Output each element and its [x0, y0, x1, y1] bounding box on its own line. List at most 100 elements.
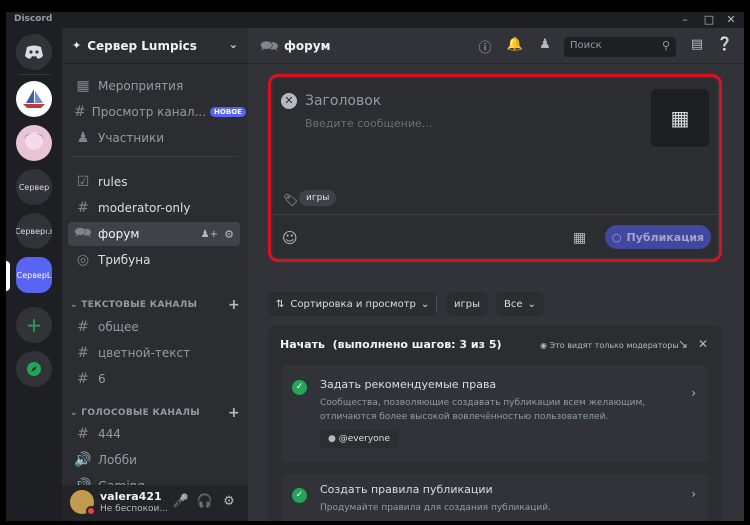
invite-icon[interactable]: ♟+: [201, 229, 218, 240]
category-voice-channels[interactable]: ⌄ ГОЛОСОВЫЕ КАНАЛЫ +: [70, 405, 240, 421]
minimize-icon[interactable]: –: [674, 12, 696, 28]
channel-colored-text[interactable]: # цветной-текст: [68, 341, 240, 365]
category-text-channels[interactable]: ⌄ ТЕКСТОВЫЕ КАНАЛЫ +: [70, 297, 240, 313]
user-settings-gear-icon[interactable]: ⚙: [220, 494, 238, 512]
category-label: ГОЛОСОВЫЕ КАНАЛЫ: [81, 408, 200, 418]
username: valera421: [100, 490, 162, 503]
mod-notice: ◉ Это видят только модераторы: [540, 341, 679, 350]
discord-logo-icon: [25, 45, 43, 59]
direct-messages-button[interactable]: [16, 34, 52, 70]
channel-moderator-only[interactable]: # moderator-only: [68, 196, 240, 220]
channel-label: rules: [98, 175, 128, 189]
all-tags-dropdown[interactable]: Все ⌄: [496, 292, 544, 316]
check-icon: ✓: [292, 488, 307, 503]
channel-sidebar: ✦ Сервер Lumpics ⌄ ▦ Мероприятия # Просмот…: [62, 28, 248, 521]
sidebar-item-label: Мероприятия: [98, 79, 184, 93]
sidebar-item-members[interactable]: ♟ Участники: [68, 126, 240, 150]
channel-label: 444: [98, 427, 121, 441]
channel-title: форум: [284, 39, 331, 53]
add-channel-icon[interactable]: +: [228, 297, 240, 313]
user-panel: valera421 Не беспокои... 🎤 🎧 ⚙: [62, 485, 248, 521]
step-recommended-permissions[interactable]: ✓ Задать рекомендуемые права Сообщества,…: [282, 365, 708, 463]
inbox-icon[interactable]: ▤: [688, 37, 706, 55]
ship-icon: [23, 89, 45, 108]
anime-avatar-icon: [24, 132, 44, 150]
tag-filter-chip[interactable]: игры: [446, 292, 488, 316]
plus-icon: +: [25, 313, 43, 337]
filter-divider: [436, 296, 437, 312]
eye-icon: ◉: [540, 341, 550, 350]
hash-icon: #: [77, 345, 89, 361]
forum-icon: 🗪: [74, 225, 92, 241]
forum-icon: 🗪: [260, 37, 279, 55]
compass-icon: [27, 362, 41, 376]
maximize-icon[interactable]: □: [698, 12, 720, 28]
getting-started-panel: Начать (выполнено шагов: 3 из 5) ◉ Это в…: [268, 325, 722, 521]
rules-icon: ☑: [76, 174, 90, 190]
sidebar-item-label: Участники: [98, 131, 165, 145]
sidebar-item-browse-channels[interactable]: # Просмотр канал... НОВОЕ: [68, 100, 246, 124]
add-server-button[interactable]: +: [16, 307, 52, 343]
sort-view-button[interactable]: ⇅ Сортировка и просмотр ⌄: [268, 292, 438, 316]
title-text: Начать: [280, 338, 325, 351]
mic-muted-icon[interactable]: 🎤: [172, 494, 190, 512]
hash-icon: #: [77, 371, 89, 387]
gear-icon[interactable]: ⚙: [224, 228, 234, 241]
explore-servers-button[interactable]: [16, 351, 52, 387]
headphones-icon[interactable]: 🎧: [196, 494, 214, 512]
info-icon[interactable]: ⓘ: [476, 37, 494, 56]
server-label: Сервер: [18, 182, 50, 192]
channel-label: Трибуна: [98, 253, 151, 267]
add-channel-icon[interactable]: +: [228, 405, 240, 421]
progress-text: (выполнено шагов: 3 из 5): [332, 338, 502, 351]
server-anime-avatar[interactable]: [16, 125, 52, 161]
notification-bell-icon[interactable]: 🔔: [506, 37, 524, 55]
collapse-icon[interactable]: ↘: [678, 337, 688, 351]
close-window-icon[interactable]: ✕: [720, 12, 742, 28]
all-label: Все: [504, 298, 523, 310]
sort-icon: ⇅: [276, 298, 285, 310]
channel-general[interactable]: # общее: [68, 315, 240, 339]
members-icon: ♟: [76, 130, 90, 146]
hash-icon: #: [77, 200, 89, 216]
rail-divider: [18, 74, 50, 75]
channel-forum-active[interactable]: 🗪 форум ♟+ ⚙: [68, 222, 240, 246]
chevron-down-icon: ⌄: [70, 300, 82, 310]
check-icon: ✓: [292, 380, 307, 395]
category-label: ТЕКСТОВЫЕ КАНАЛЫ: [81, 300, 198, 310]
channel-label: общее: [98, 320, 139, 334]
hash-icon: #: [77, 426, 89, 442]
server-item-2[interactable]: Серверı.r: [16, 213, 52, 249]
calendar-icon: ▦: [76, 78, 90, 94]
server-item-active[interactable]: СерверL: [16, 257, 52, 293]
channel-rules[interactable]: ☑ rules: [68, 170, 240, 194]
close-icon[interactable]: ✕: [698, 337, 708, 351]
title-bar: Discord – □ ✕: [6, 12, 744, 28]
channel-stage[interactable]: ◎ Трибуна: [68, 248, 240, 272]
getting-started-title: Начать (выполнено шагов: 3 из 5): [280, 338, 502, 351]
hash-icon: #: [77, 319, 89, 335]
channel-444[interactable]: #444: [68, 422, 240, 446]
guild-header[interactable]: ✦ Сервер Lumpics ⌄: [62, 28, 248, 64]
help-icon[interactable]: ❔: [716, 37, 734, 55]
search-placeholder: Поиск: [570, 40, 602, 51]
sidebar-item-events[interactable]: ▦ Мероприятия: [68, 74, 240, 98]
server-item-1[interactable]: Сервер: [16, 169, 52, 205]
guild-badge-icon: ✦: [72, 39, 82, 52]
app-name: Discord: [14, 14, 53, 24]
member-list-icon[interactable]: ♟: [536, 37, 554, 55]
server-label: Серверı.r: [16, 226, 52, 236]
server-ship-avatar[interactable]: [16, 81, 52, 117]
chevron-down-icon: ⌄: [527, 298, 536, 310]
browse-channels-icon: #: [74, 104, 86, 120]
stage-icon: ◎: [76, 252, 90, 268]
sidebar-divider: [72, 156, 238, 157]
chevron-down-icon: ⌄: [420, 298, 430, 310]
step-publishing-rules[interactable]: ✓ Создать правила публикации Продумайте …: [282, 473, 708, 521]
main-content: 🗪 форум ⓘ 🔔 ♟ Поиск ⚲ ▤ ❔ ✕ Заголовок Вве…: [248, 28, 744, 521]
voice-channel-lobby[interactable]: 🔊 Лобби: [68, 448, 240, 472]
step-description: Сообщества, позволяющие создавать публик…: [320, 398, 646, 422]
channel-6[interactable]: #6: [68, 367, 240, 391]
search-input[interactable]: Поиск ⚲: [564, 37, 676, 57]
channel-label: moderator-only: [98, 201, 191, 215]
